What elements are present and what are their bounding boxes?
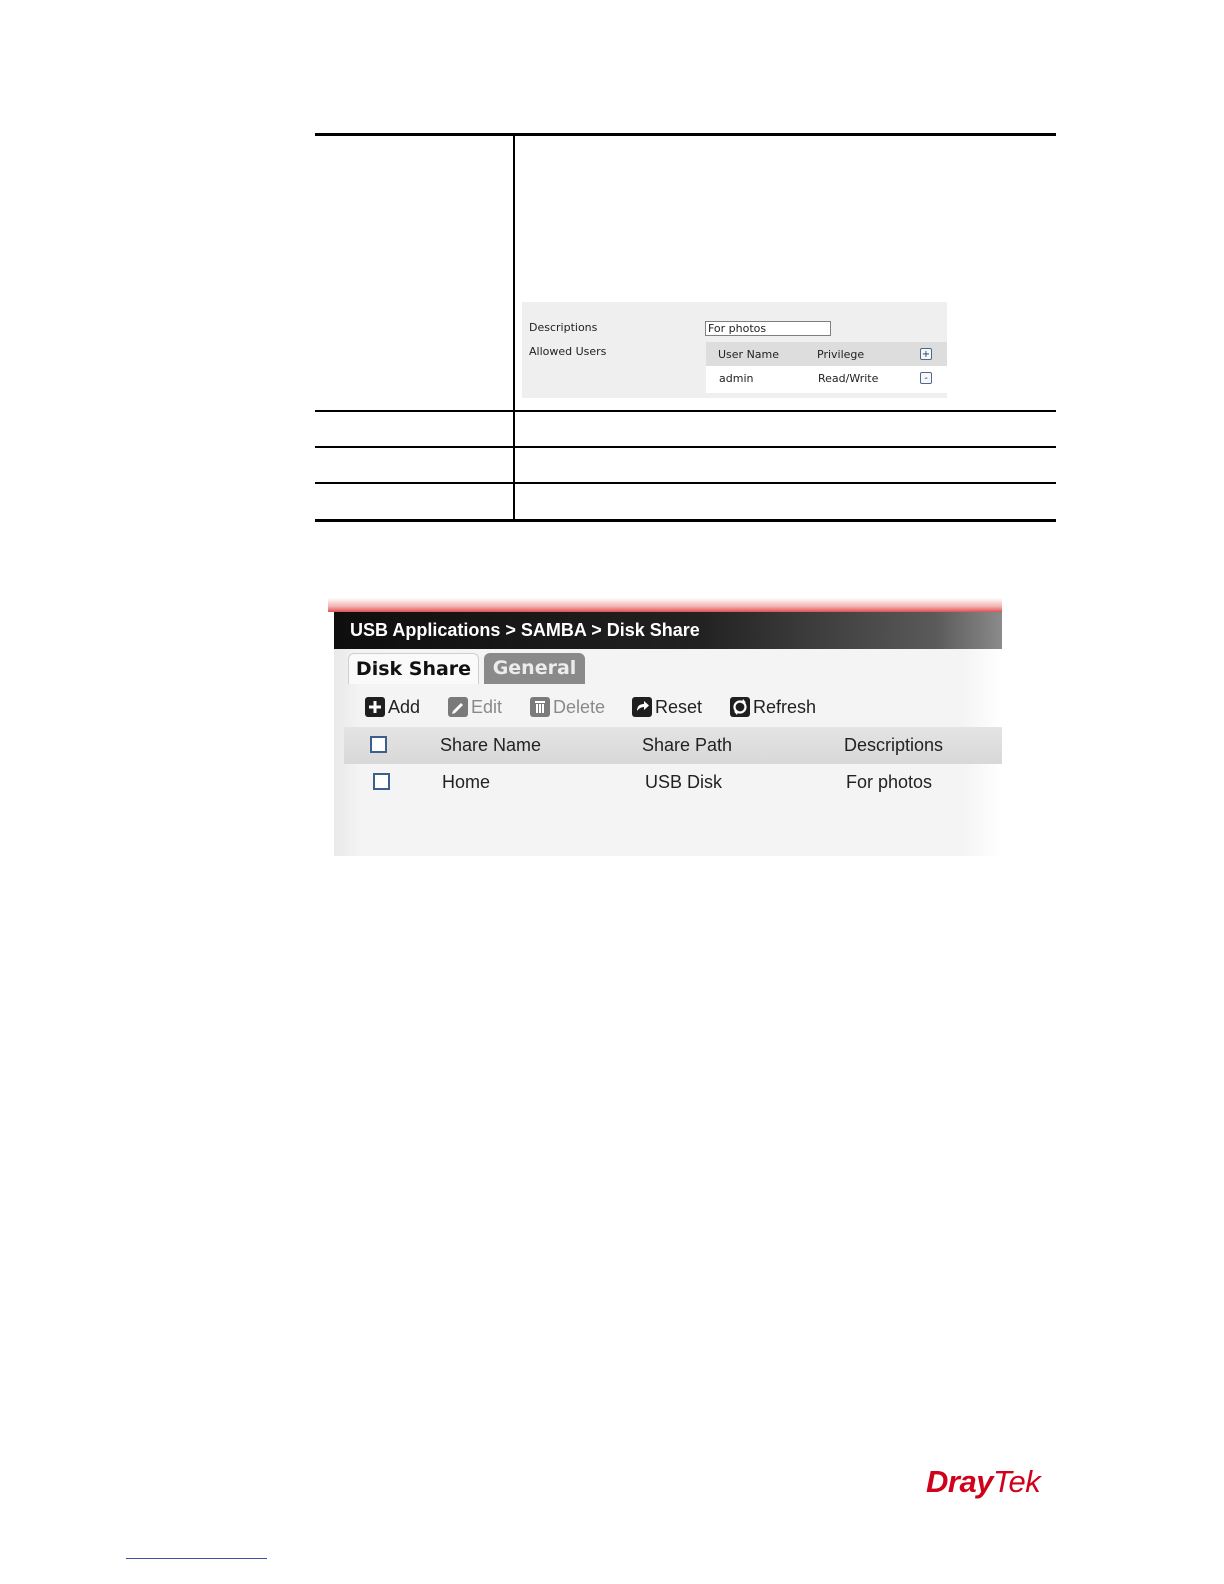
tab-general[interactable]: General <box>484 653 585 684</box>
descriptions-cell: For photos <box>846 772 933 792</box>
allowed-users-label: Allowed Users <box>529 345 607 358</box>
disk-share-screenshot: USB Applications > SAMBA > Disk Share Di… <box>328 598 1002 860</box>
column-header-descriptions: Descriptions <box>844 735 944 755</box>
logo-dray: Dray <box>926 1464 993 1499</box>
table-row-divider <box>315 446 1056 448</box>
add-icon <box>365 697 385 717</box>
refresh-icon <box>730 697 750 717</box>
delete-button[interactable]: Delete <box>530 695 605 719</box>
allowed-users-table: User Name Privilege + admin Read/Write - <box>706 342 947 396</box>
draytek-logo: DrayTek <box>926 1464 1041 1500</box>
add-button[interactable]: Add <box>365 695 420 719</box>
remove-user-button[interactable]: - <box>920 372 932 384</box>
add-user-button[interactable]: + <box>920 348 932 360</box>
disk-share-form-crop: Descriptions For photos Allowed Users Us… <box>522 302 947 398</box>
table-column-divider <box>513 133 515 522</box>
delete-label: Delete <box>553 696 606 717</box>
edit-label: Edit <box>471 696 503 717</box>
share-table-header: Share Name Share Path Descriptions <box>344 727 1002 764</box>
column-header-share-path: Share Path <box>642 735 733 755</box>
share-path-cell: USB Disk <box>645 772 723 792</box>
accent-bar <box>328 598 1002 612</box>
reset-button[interactable]: Reset <box>632 695 702 719</box>
column-header-user-name: User Name <box>718 348 780 361</box>
table-row-divider <box>315 482 1056 484</box>
column-header-privilege: Privilege <box>817 348 865 361</box>
privilege-cell: Read/Write <box>818 372 879 385</box>
reset-label: Reset <box>655 696 703 717</box>
column-header-share-name: Share Name <box>440 735 542 755</box>
disk-share-panel: USB Applications > SAMBA > Disk Share Di… <box>334 612 1002 856</box>
tab-disk-share[interactable]: Disk Share <box>348 653 479 684</box>
edit-button[interactable]: Edit <box>448 695 502 719</box>
table-row-divider <box>315 410 1056 412</box>
descriptions-label: Descriptions <box>529 321 598 334</box>
user-name-cell: admin <box>719 372 754 385</box>
refresh-button[interactable]: Refresh <box>730 695 816 719</box>
page-title: USB Applications > SAMBA > Disk Share <box>334 612 1002 649</box>
footer-link-underline <box>126 1558 267 1559</box>
allowed-users-header: User Name Privilege + <box>706 342 947 366</box>
descriptions-input[interactable]: For photos <box>705 321 831 336</box>
add-label: Add <box>388 696 421 717</box>
edit-icon <box>448 697 468 717</box>
reset-icon <box>632 697 652 717</box>
logo-tek: Tek <box>992 1464 1041 1499</box>
table-row[interactable]: Home USB Disk For photos <box>344 764 1002 801</box>
refresh-label: Refresh <box>753 696 817 717</box>
select-all-checkbox[interactable] <box>370 736 387 753</box>
table-bottom-border <box>315 519 1056 522</box>
allowed-users-row: admin Read/Write - <box>706 366 947 393</box>
table-top-border <box>315 133 1056 136</box>
row-checkbox[interactable] <box>373 773 390 790</box>
trash-icon <box>530 697 550 717</box>
share-name-cell: Home <box>442 772 491 792</box>
